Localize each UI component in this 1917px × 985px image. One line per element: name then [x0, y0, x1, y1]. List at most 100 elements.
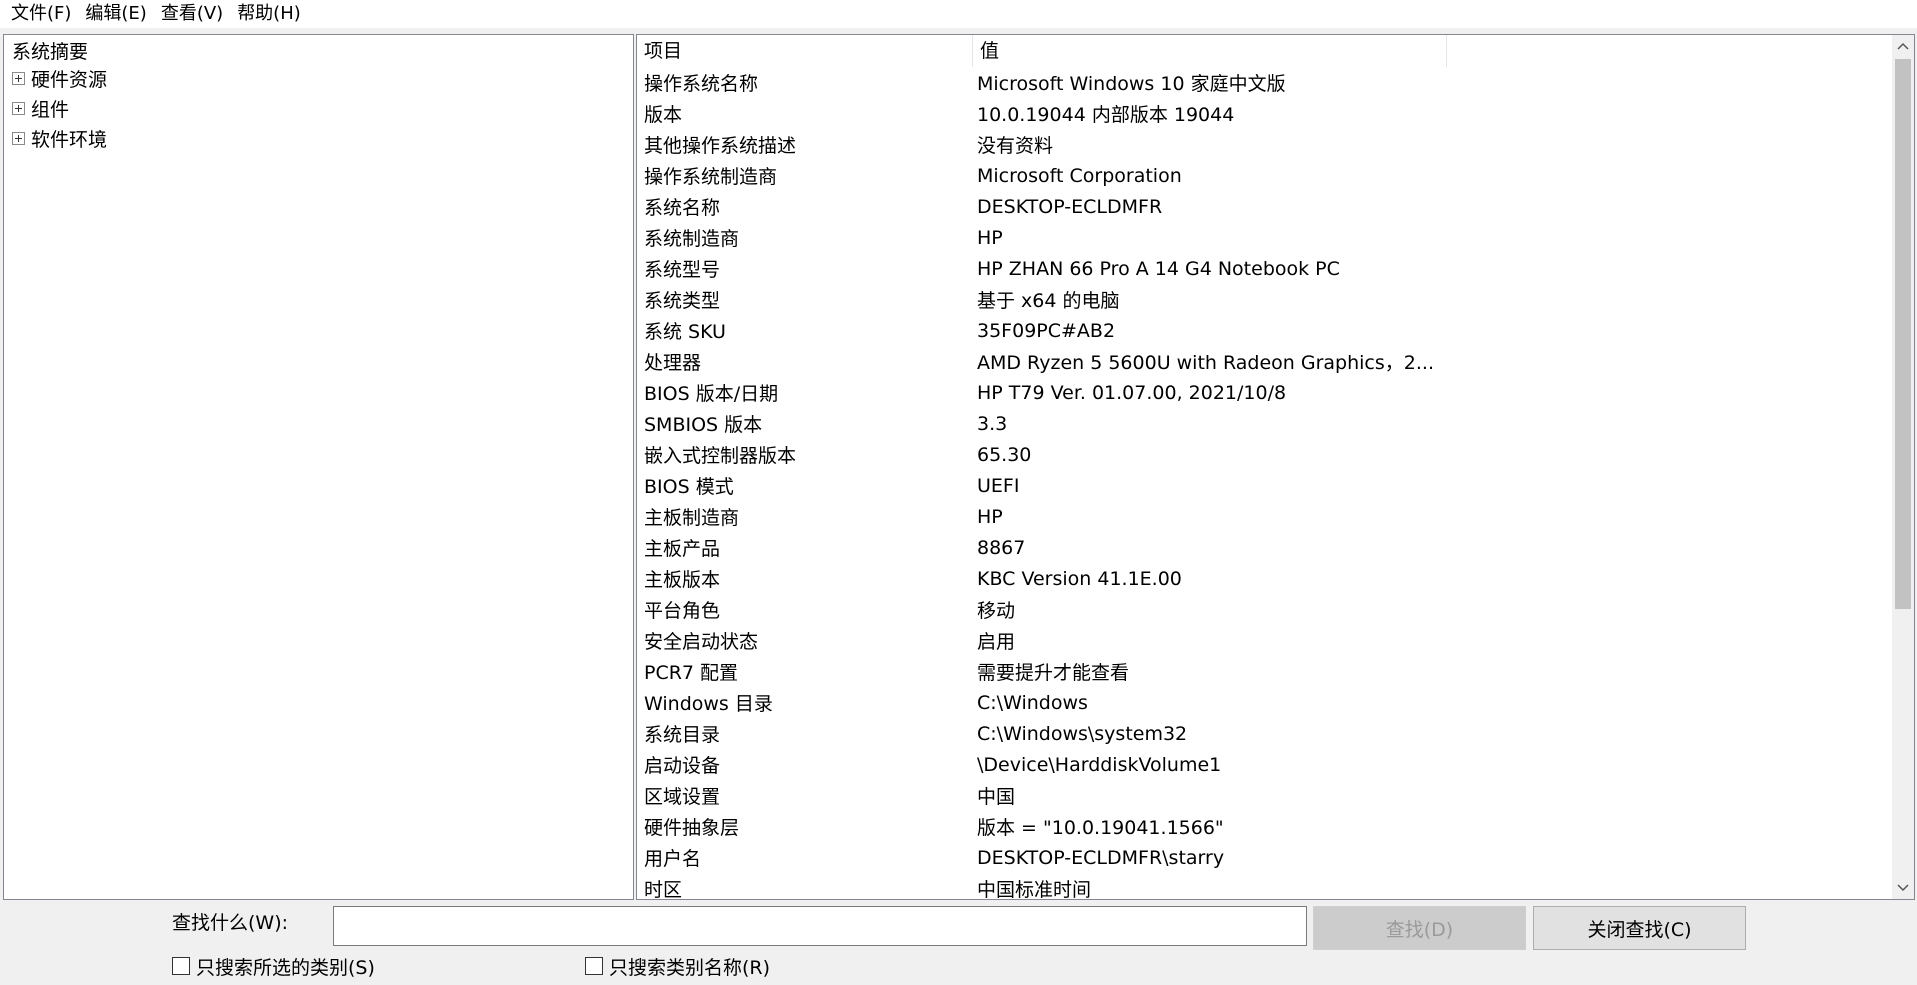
- tree-item-components[interactable]: 组件: [12, 95, 69, 121]
- table-row[interactable]: 操作系统名称 Microsoft Windows 10 家庭中文版: [637, 67, 1897, 98]
- row-item: BIOS 版本/日期: [644, 383, 779, 405]
- checkbox-label: 只搜索所选的类别(S): [196, 956, 375, 979]
- tree-item-hardware-resources[interactable]: 硬件资源: [12, 65, 107, 91]
- table-row[interactable]: 用户名 DESKTOP-ECLDMFR\starry: [637, 842, 1897, 873]
- table-row[interactable]: 系统目录 C:\Windows\system32: [637, 718, 1897, 749]
- table-row[interactable]: 版本 10.0.19044 内部版本 19044: [637, 98, 1897, 129]
- table-row[interactable]: 系统型号 HP ZHAN 66 Pro A 14 G4 Notebook PC: [637, 253, 1897, 284]
- checkbox-search-selected-category[interactable]: 只搜索所选的类别(S): [172, 952, 375, 980]
- row-item: 安全启动状态: [644, 631, 759, 653]
- list-rows: 操作系统名称 Microsoft Windows 10 家庭中文版版本 10.0.1…: [637, 67, 1897, 900]
- chevron-down-icon[interactable]: [1892, 877, 1914, 899]
- vertical-scrollbar[interactable]: [1892, 35, 1914, 899]
- row-item: 版本: [644, 104, 683, 126]
- row-item: 操作系统名称: [644, 73, 759, 95]
- table-row[interactable]: 嵌入式控制器版本 65.30: [637, 439, 1897, 470]
- checkbox-label: 只搜索类别名称(R): [609, 956, 771, 979]
- table-row[interactable]: Windows 目录 C:\Windows: [637, 687, 1897, 718]
- tree-item-system-summary[interactable]: 系统摘要: [10, 39, 90, 65]
- expand-icon[interactable]: [12, 101, 25, 115]
- table-row[interactable]: 时区 中国标准时间: [637, 873, 1897, 900]
- find-input[interactable]: [333, 906, 1307, 946]
- menu-view[interactable]: 查看(V): [154, 0, 230, 28]
- row-item: Windows 目录: [644, 693, 773, 715]
- find-label: 查找什么(W):: [172, 912, 289, 934]
- table-row[interactable]: BIOS 版本/日期 HP T79 Ver. 01.07.00, 2021/10/…: [637, 377, 1897, 408]
- row-value: 8867: [977, 536, 1026, 559]
- row-item: 系统型号: [644, 259, 721, 281]
- table-row[interactable]: SMBIOS 版本 3.3: [637, 408, 1897, 439]
- tree-item-software-environment[interactable]: 软件环境: [12, 125, 107, 151]
- table-row[interactable]: 主板产品 8867: [637, 532, 1897, 563]
- category-tree: 系统摘要 硬件资源 组件 软件环境: [3, 34, 634, 900]
- menu-edit[interactable]: 编辑(E): [78, 0, 153, 28]
- table-row[interactable]: 操作系统制造商 Microsoft Corporation: [637, 160, 1897, 191]
- close-find-button[interactable]: 关闭查找(C): [1533, 906, 1746, 950]
- table-row[interactable]: 区域设置 中国: [637, 780, 1897, 811]
- row-item: 系统制造商: [644, 228, 740, 250]
- row-value: HP T79 Ver. 01.07.00, 2021/10/8: [977, 381, 1287, 404]
- menu-file[interactable]: 文件(F): [4, 0, 78, 28]
- table-row[interactable]: 主板制造商 HP: [637, 501, 1897, 532]
- find-button[interactable]: 查找(D): [1313, 906, 1526, 950]
- table-row[interactable]: PCR7 配置 需要提升才能查看: [637, 656, 1897, 687]
- row-value: 基于 x64 的电脑: [977, 290, 1120, 312]
- column-header-value[interactable]: 值: [973, 35, 1447, 67]
- row-item: 处理器: [644, 352, 702, 374]
- table-row[interactable]: 处理器 AMD Ryzen 5 5600U with Radeon Graphic…: [637, 346, 1897, 377]
- table-row[interactable]: 系统制造商 HP: [637, 222, 1897, 253]
- row-value: Microsoft Windows 10 家庭中文版: [977, 73, 1286, 95]
- row-item: 系统 SKU: [644, 321, 726, 343]
- row-value: KBC Version 41.1E.00: [977, 567, 1182, 590]
- row-value: 35F09PC#AB2: [977, 319, 1116, 342]
- row-value: HP: [977, 505, 1003, 528]
- row-value: \Device\HarddiskVolume1: [977, 753, 1222, 776]
- checkbox-search-category-names[interactable]: 只搜索类别名称(R): [585, 952, 770, 980]
- row-value: 启用: [977, 631, 1016, 653]
- tree-item-label: 硬件资源: [31, 68, 108, 91]
- table-row[interactable]: 其他操作系统描述 没有资料: [637, 129, 1897, 160]
- table-row[interactable]: 系统类型 基于 x64 的电脑: [637, 284, 1897, 315]
- table-row[interactable]: 主板版本 KBC Version 41.1E.00: [637, 563, 1897, 594]
- row-value: DESKTOP-ECLDMFR: [977, 195, 1163, 218]
- row-item: 嵌入式控制器版本: [644, 445, 797, 467]
- find-bar: 查找什么(W): 查找(D) 关闭查找(C) 只搜索所选的类别(S) 只搜索类别…: [0, 900, 1917, 985]
- table-row[interactable]: 启动设备 \Device\HarddiskVolume1: [637, 749, 1897, 780]
- table-row[interactable]: BIOS 模式 UEFI: [637, 470, 1897, 501]
- details-list: 项目 值 操作系统名称 Microsoft Windows 10 家庭中文版版本 1…: [636, 34, 1915, 900]
- menu-help[interactable]: 帮助(H): [230, 0, 308, 28]
- expand-icon[interactable]: [12, 131, 25, 145]
- row-value: 版本 = "10.0.19041.1566": [977, 817, 1224, 839]
- row-value: 中国标准时间: [977, 879, 1092, 900]
- menu-bar: 文件(F) 编辑(E) 查看(V) 帮助(H): [0, 0, 1917, 28]
- row-item: 系统目录: [644, 724, 721, 746]
- table-row[interactable]: 硬件抽象层 版本 = "10.0.19041.1566": [637, 811, 1897, 842]
- row-value: 3.3: [977, 412, 1008, 435]
- row-item: 主板产品: [644, 538, 721, 560]
- table-row[interactable]: 平台角色 移动: [637, 594, 1897, 625]
- row-value: AMD Ryzen 5 5600U with Radeon Graphics，2…: [977, 352, 1434, 374]
- row-value: C:\Windows: [977, 691, 1088, 714]
- column-header-item[interactable]: 项目: [637, 35, 973, 67]
- row-item: 平台角色: [644, 600, 721, 622]
- row-item: 启动设备: [644, 755, 721, 777]
- row-value: 移动: [977, 600, 1016, 622]
- table-row[interactable]: 系统 SKU 35F09PC#AB2: [637, 315, 1897, 346]
- tree-item-label: 组件: [31, 98, 70, 121]
- row-item: 其他操作系统描述: [644, 135, 797, 157]
- chevron-up-icon[interactable]: [1892, 35, 1914, 57]
- row-item: 时区: [644, 879, 683, 900]
- row-value: 10.0.19044 内部版本 19044: [977, 104, 1235, 126]
- list-header: 项目 值: [637, 35, 1897, 67]
- scroll-thumb[interactable]: [1895, 59, 1911, 609]
- row-value: Microsoft Corporation: [977, 164, 1182, 187]
- row-item: 操作系统制造商: [644, 166, 778, 188]
- table-row[interactable]: 系统名称 DESKTOP-ECLDMFR: [637, 191, 1897, 222]
- table-row[interactable]: 安全启动状态 启用: [637, 625, 1897, 656]
- row-value: DESKTOP-ECLDMFR\starry: [977, 846, 1225, 869]
- checkbox[interactable]: [585, 957, 603, 975]
- expand-icon[interactable]: [12, 71, 25, 85]
- row-item: 主板版本: [644, 569, 721, 591]
- row-value: 没有资料: [977, 135, 1054, 157]
- checkbox[interactable]: [172, 957, 190, 975]
